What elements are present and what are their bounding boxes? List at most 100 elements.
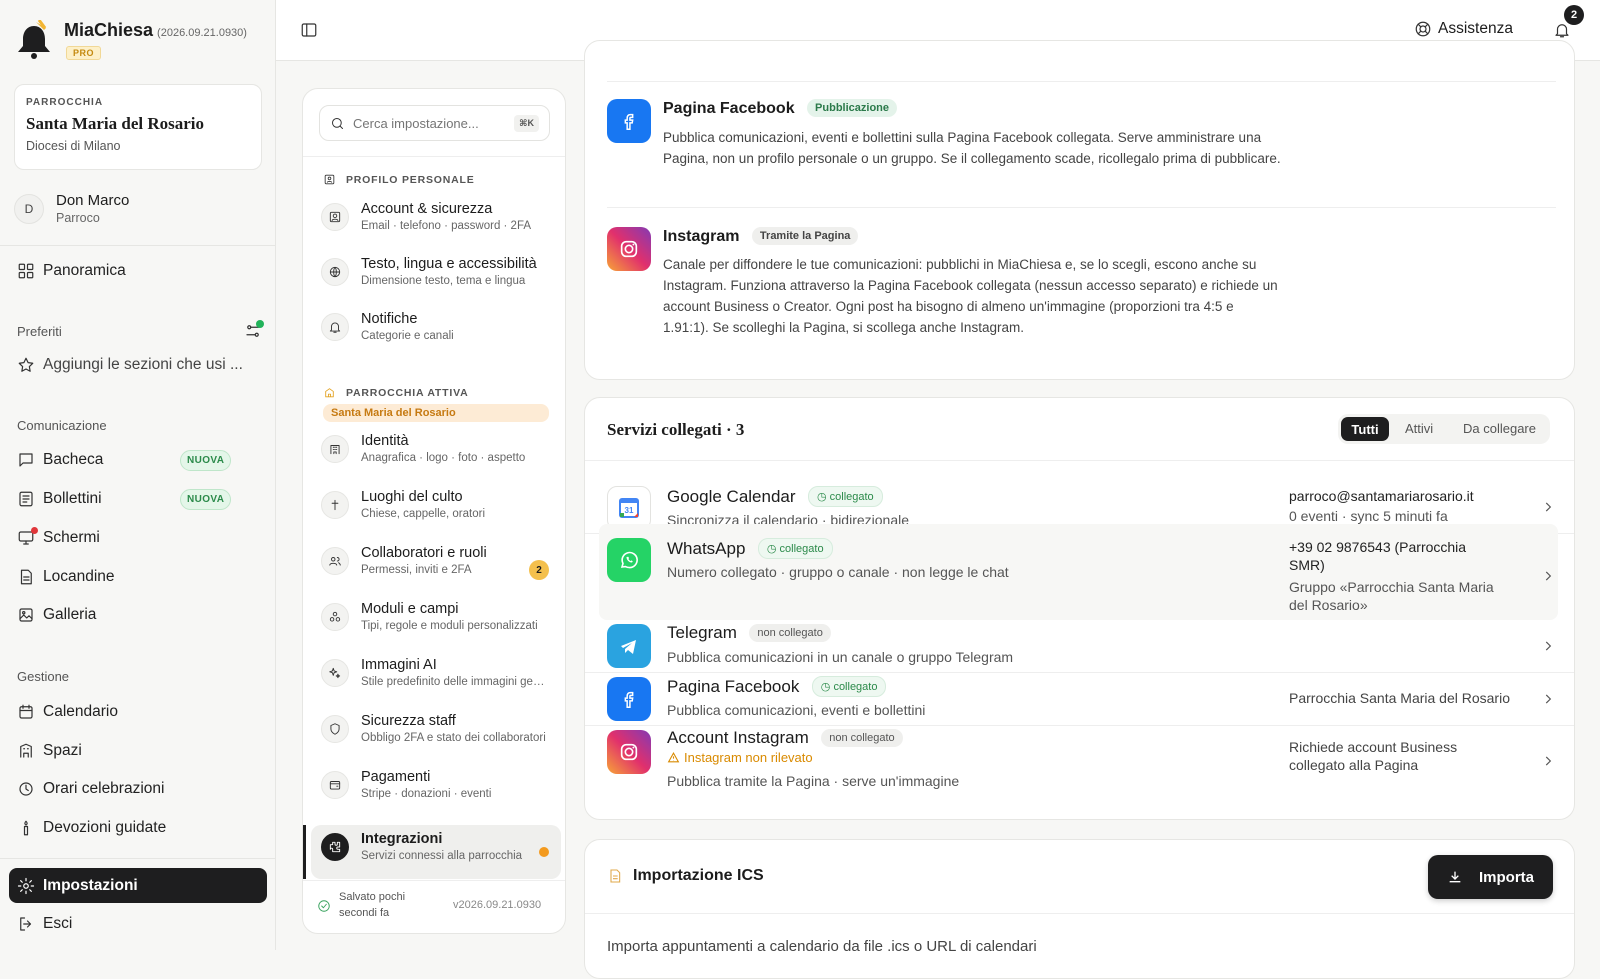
settings-item-account[interactable]: Account & sicurezza Email · telefono · pa… bbox=[321, 201, 551, 232]
settings-item-text-language[interactable]: Testo, lingua e accessibilità Dimensione … bbox=[321, 256, 551, 287]
item-sub: Email · telefono · password · 2FA bbox=[361, 220, 532, 232]
divider bbox=[0, 245, 276, 246]
logout-icon bbox=[20, 917, 32, 931]
chevron-right-icon[interactable] bbox=[1541, 639, 1555, 653]
mgmt-title: Gestione bbox=[17, 669, 70, 684]
facebook-logo bbox=[607, 99, 651, 143]
chevron-right-icon[interactable] bbox=[1541, 754, 1555, 768]
settings-search[interactable]: ⌘K bbox=[319, 105, 550, 141]
item-title: Testo, lingua e accessibilità bbox=[361, 256, 537, 272]
nav-label: Calendario bbox=[43, 703, 118, 720]
settings-item-ai-images[interactable]: Immagini AI Stile predefinito delle immag… bbox=[321, 657, 551, 688]
instagram-icon bbox=[620, 743, 638, 761]
nav-label: Spazi bbox=[43, 742, 82, 759]
nav-schermi[interactable]: Schermi bbox=[17, 529, 100, 547]
facebook-channel-desc: Pubblica comunicazioni, eventi e bollett… bbox=[663, 130, 1281, 166]
tab-all[interactable]: Tutti bbox=[1341, 417, 1389, 441]
parish-card[interactable]: PARROCCHIA Santa Maria del Rosario Dioce… bbox=[14, 84, 262, 170]
settings-item-staff-security[interactable]: Sicurezza staff Obbligo 2FA e stato dei c… bbox=[321, 713, 551, 744]
status-badge: non collegato bbox=[749, 624, 831, 642]
settings-item-identity[interactable]: Identità Anagrafica · logo · foto · aspet… bbox=[321, 433, 551, 464]
parish-kicker: PARROCCHIA bbox=[26, 97, 104, 108]
nav-devozioni[interactable]: Devozioni guidate bbox=[17, 819, 166, 837]
import-button[interactable]: Importa bbox=[1428, 855, 1553, 899]
facebook-channel-pill: Pubblicazione bbox=[807, 99, 898, 117]
service-meta: Parrocchia Santa Maria del Rosario bbox=[1289, 690, 1510, 706]
church-icon bbox=[325, 388, 334, 398]
nav-overview[interactable]: Panoramica bbox=[17, 262, 126, 280]
nav-label: Locandine bbox=[43, 568, 115, 585]
candle-icon bbox=[23, 820, 29, 836]
document-icon bbox=[610, 869, 621, 883]
settings-item-places[interactable]: Luoghi del culto Chiese, cappelle, orator… bbox=[321, 489, 551, 520]
google-calendar-icon: 31 bbox=[619, 498, 639, 518]
item-sub: Chiese, cappelle, oratori bbox=[361, 508, 486, 520]
facebook-logo bbox=[607, 677, 651, 721]
status-dot bbox=[256, 320, 264, 328]
nav-bacheca[interactable]: Bacheca bbox=[17, 451, 103, 469]
ics-desc: Importa appuntamenti a calendario da fil… bbox=[607, 938, 1037, 955]
group-parish: PARROCCHIA ATTIVA bbox=[323, 386, 468, 399]
service-sub: Numero collegato · gruppo o canale · non… bbox=[667, 564, 1009, 580]
cross-icon bbox=[331, 499, 339, 511]
nav-logout-label: Esci bbox=[43, 915, 73, 932]
settings-item-integrations[interactable]: Integrazioni Servizi connessi alla parroc… bbox=[321, 825, 551, 879]
item-title: Collaboratori e ruoli bbox=[361, 545, 487, 561]
settings-nav-panel: ⌘K PROFILO PERSONALE Account & sicurezza… bbox=[302, 88, 566, 934]
import-button-label: Importa bbox=[1478, 868, 1534, 886]
chevron-right-icon[interactable] bbox=[1541, 569, 1555, 583]
settings-item-notifications[interactable]: Notifiche Categorie e canali bbox=[321, 311, 551, 342]
service-gcal-name-wrap: Google Calendar ◷ collegato bbox=[667, 486, 883, 507]
sidebar: MiaChiesa (2026.09.21.0930) PRO PARROCCHI… bbox=[0, 0, 276, 950]
settings-item-payments[interactable]: Pagamenti Stripe · donazioni · eventi bbox=[321, 769, 551, 800]
settings-item-forms[interactable]: Moduli e campi Tipi, regole e moduli pers… bbox=[321, 601, 551, 632]
service-meta: +39 02 9876543 (Parrocchia SMR) bbox=[1289, 539, 1467, 573]
active-parish-chip: Santa Maria del Rosario bbox=[323, 404, 549, 422]
facebook-icon bbox=[624, 691, 634, 708]
search-input[interactable] bbox=[353, 115, 503, 131]
service-name: WhatsApp bbox=[667, 539, 746, 558]
nav-spazi[interactable]: Spazi bbox=[17, 742, 82, 760]
nav-orari[interactable]: Orari celebrazioni bbox=[17, 780, 164, 798]
nav-label: Galleria bbox=[43, 606, 97, 623]
item-sub: Permessi, inviti e 2FA bbox=[361, 564, 472, 576]
user-profile[interactable]: D Don Marco Parroco bbox=[14, 192, 129, 225]
divider bbox=[585, 460, 1574, 461]
search-shortcut: ⌘K bbox=[514, 115, 539, 132]
favorites-add[interactable]: Aggiungi le sezioni che usi ... bbox=[17, 356, 243, 374]
poster-icon bbox=[20, 569, 32, 585]
service-meta: 0 eventi · sync 5 minuti fa bbox=[1289, 508, 1448, 524]
nav-logout[interactable]: Esci bbox=[17, 915, 72, 933]
nav-locandine[interactable]: Locandine bbox=[17, 568, 115, 586]
chevron-right-icon[interactable] bbox=[1541, 692, 1555, 706]
instagram-logo bbox=[607, 730, 651, 774]
item-title: Account & sicurezza bbox=[361, 201, 493, 217]
settings-item-collaborators[interactable]: Collaboratori e ruoli Permessi, inviti e … bbox=[321, 545, 551, 576]
nav-bollettini[interactable]: Bollettini bbox=[17, 490, 102, 508]
warning-label: Instagram non rilevato bbox=[684, 750, 813, 765]
nav-settings[interactable]: Impostazioni bbox=[9, 868, 267, 903]
group-parish-label: PARROCCHIA ATTIVA bbox=[346, 386, 469, 399]
brand[interactable]: MiaChiesa (2026.09.21.0930) bbox=[16, 20, 247, 60]
group-personal-label: PROFILO PERSONALE bbox=[346, 173, 475, 186]
plan-badge: PRO bbox=[66, 46, 102, 60]
service-sub: Pubblica comunicazioni, eventi e bollett… bbox=[667, 702, 926, 718]
service-meta: parroco@santamariarosario.it bbox=[1289, 488, 1474, 504]
service-name: Google Calendar bbox=[667, 487, 796, 506]
chevron-right-icon[interactable] bbox=[1541, 500, 1555, 514]
sidebar-toggle-icon[interactable] bbox=[300, 21, 318, 39]
nav-calendario[interactable]: Calendario bbox=[17, 703, 118, 721]
item-sub: Dimensione testo, tema e lingua bbox=[361, 275, 526, 287]
item-sub: Servizi connessi alla parrocchia bbox=[361, 850, 523, 862]
nav-galleria[interactable]: Galleria bbox=[17, 606, 96, 624]
service-fb-name-wrap: Pagina Facebook ◷ collegato bbox=[667, 676, 887, 697]
help-button[interactable]: Assistenza bbox=[1414, 20, 1513, 38]
item-title: Luoghi del culto bbox=[361, 489, 463, 505]
status-label: collegato bbox=[829, 491, 874, 503]
divider bbox=[303, 156, 565, 157]
globe-icon bbox=[329, 266, 341, 278]
sparkle-icon bbox=[329, 667, 341, 679]
tab-active[interactable]: Attivi bbox=[1405, 421, 1433, 436]
tab-to-connect[interactable]: Da collegare bbox=[1463, 421, 1536, 436]
app-version: (2026.09.21.0930) bbox=[157, 27, 247, 39]
